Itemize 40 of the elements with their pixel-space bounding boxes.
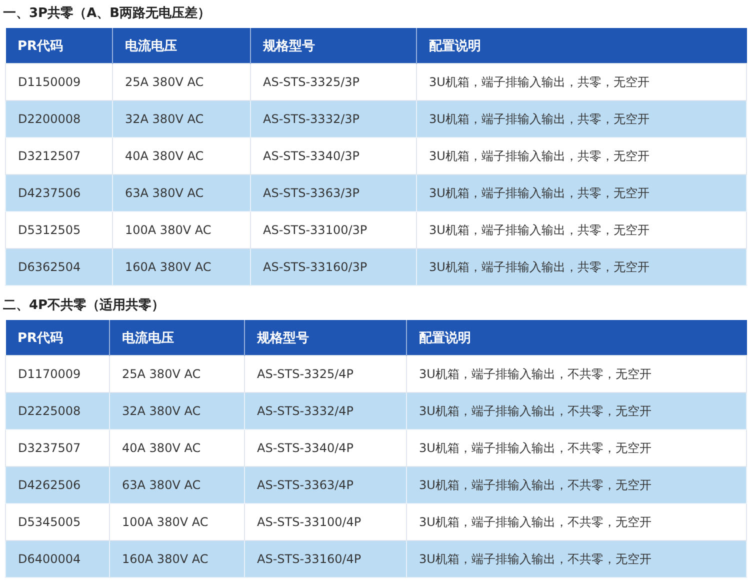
column-header: 电流电压 xyxy=(112,28,250,64)
table-cell: AS-STS-3363/4P xyxy=(244,466,406,504)
column-header: PR代码 xyxy=(6,28,112,64)
table-cell: AS-STS-3363/3P xyxy=(250,174,416,212)
table-cell: 160A 380V AC xyxy=(112,248,250,286)
table-cell: AS-STS-33160/3P xyxy=(250,248,416,286)
section-title: 二、4P不共零（适用共零） xyxy=(3,298,166,315)
table-cell: D6362504 xyxy=(6,248,112,286)
column-header: 配置说明 xyxy=(416,28,746,64)
table-cell: 63A 380V AC xyxy=(112,174,250,212)
column-header: 规格型号 xyxy=(250,28,416,64)
table-cell: 160A 380V AC xyxy=(110,540,244,578)
table-cell: 32A 380V AC xyxy=(112,100,250,138)
table-cell: D1150009 xyxy=(6,64,112,100)
table-cell: 32A 380V AC xyxy=(110,392,244,430)
column-header: 配置说明 xyxy=(406,320,746,356)
table-cell: AS-STS-3325/3P xyxy=(250,64,416,100)
column-header: 规格型号 xyxy=(244,320,406,356)
table-cell: AS-STS-3325/4P xyxy=(244,356,406,392)
table-cell: 3U机箱，端子排输入输出，不共零，无空开 xyxy=(406,392,746,430)
table-cell: AS-STS-3332/3P xyxy=(250,100,416,138)
table-cell: D2225008 xyxy=(6,392,110,430)
table-cell: D1170009 xyxy=(6,356,110,392)
table-cell: D6400004 xyxy=(6,540,110,578)
section-title: 一、3P共零（A、B两路无电压差） xyxy=(3,6,212,23)
column-header: PR代码 xyxy=(6,320,110,356)
table-cell: 3U机箱，端子排输入输出，共零，无空开 xyxy=(416,64,746,100)
table-cell: 3U机箱，端子排输入输出，共零，无空开 xyxy=(416,100,746,138)
table-cell: 3U机箱，端子排输入输出，不共零，无空开 xyxy=(406,466,746,504)
table-cell: AS-STS-3332/4P xyxy=(244,392,406,430)
table-cell: D2200008 xyxy=(6,100,112,138)
table-cell: 63A 380V AC xyxy=(110,466,244,504)
table-cell: 3U机箱，端子排输入输出，共零，无空开 xyxy=(416,174,746,212)
table-cell: 3U机箱，端子排输入输出，不共零，无空开 xyxy=(406,356,746,392)
table-cell: AS-STS-33160/4P xyxy=(244,540,406,578)
table-cell: D4237506 xyxy=(6,174,112,212)
table-cell: D4262506 xyxy=(6,466,110,504)
column-header: 电流电压 xyxy=(110,320,244,356)
table-cell: 3U机箱，端子排输入输出，共零，无空开 xyxy=(416,248,746,286)
table-cell: 3U机箱，端子排输入输出，不共零，无空开 xyxy=(406,540,746,578)
